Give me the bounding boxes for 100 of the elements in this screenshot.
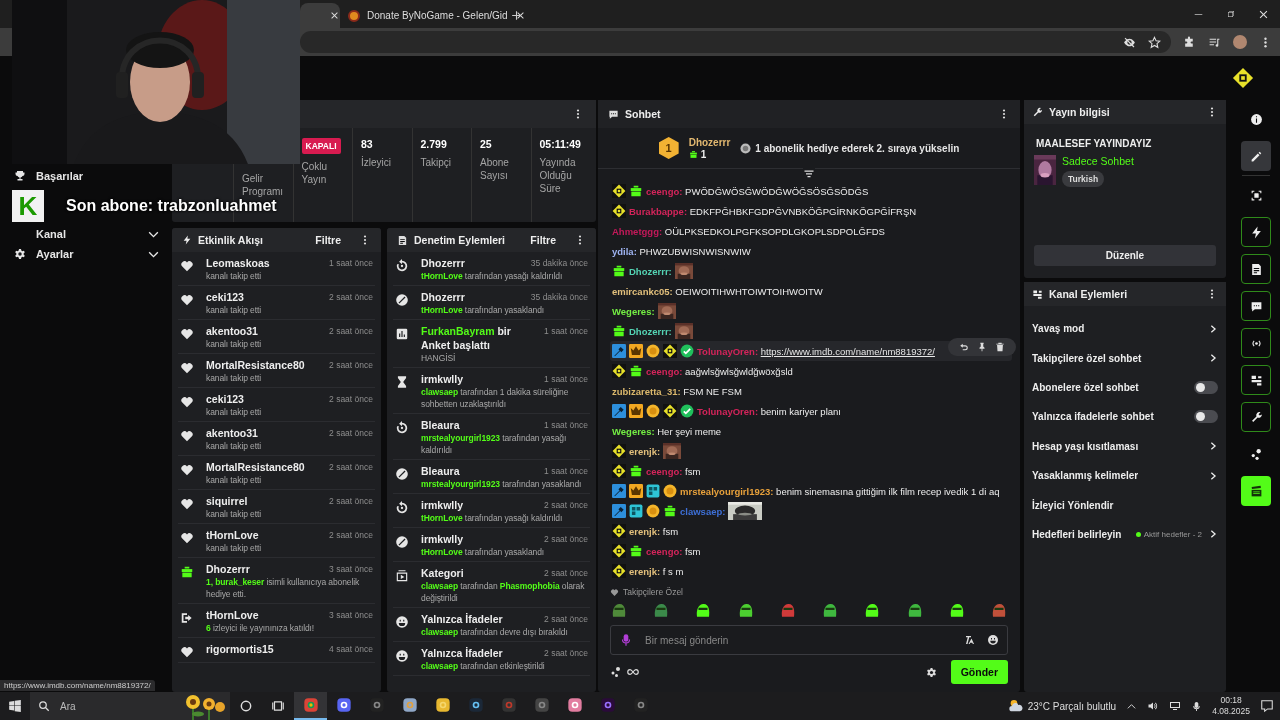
entry-time: 2 saat önce bbox=[329, 529, 373, 542]
action-label[interactable]: İzleyici Yönlendir bbox=[1032, 499, 1218, 511]
translate-icon[interactable] bbox=[965, 634, 977, 646]
entry-title: tHornLove bbox=[206, 608, 260, 622]
chevron-right-icon[interactable] bbox=[1208, 353, 1218, 364]
rail-button[interactable] bbox=[1241, 402, 1271, 432]
rail-button[interactable] bbox=[1241, 291, 1271, 321]
entry-detail: mrstealyourgirl1923 tarafından yasağı kaldırıldı bbox=[421, 432, 568, 456]
bolt-icon bbox=[182, 235, 192, 245]
entry-title: irmkwlly bbox=[421, 372, 465, 386]
extensions-icon[interactable] bbox=[1183, 35, 1196, 49]
filter-button[interactable]: Filtre bbox=[526, 232, 560, 248]
filter-button[interactable]: Filtre bbox=[311, 232, 345, 248]
action-label[interactable]: Hedefleri belirleyin bbox=[1032, 528, 1130, 540]
avatar[interactable] bbox=[1233, 35, 1247, 49]
delete-icon[interactable] bbox=[995, 342, 1005, 352]
action-label[interactable]: Takipçilere özel sohbet bbox=[1032, 352, 1202, 364]
door-arrow-icon bbox=[180, 611, 194, 625]
rail-button[interactable] bbox=[1241, 476, 1271, 506]
message-field[interactable]: Bir mesaj gönderin bbox=[610, 625, 1008, 655]
chevron-right-icon[interactable] bbox=[1208, 441, 1218, 452]
entry-detail: kanalı takip etti bbox=[206, 474, 262, 486]
heart-icon bbox=[180, 429, 194, 443]
sidebar-item[interactable]: Başarılar bbox=[36, 170, 160, 182]
stat-value: 83 bbox=[361, 138, 374, 150]
chat-message: ceengo: fsm bbox=[646, 464, 701, 478]
entry-title: Yalnızca İfadeler bbox=[421, 612, 504, 626]
diamond-icon bbox=[663, 344, 677, 358]
category-link[interactable]: Sadece Sohbet bbox=[1062, 155, 1134, 167]
coin-icon bbox=[663, 484, 677, 498]
bolt-icon bbox=[1249, 225, 1263, 239]
sidebar-item[interactable]: Ayarlar bbox=[36, 248, 137, 260]
logo-icon[interactable] bbox=[1232, 67, 1254, 89]
link[interactable]: https://www.imdb.com/name/nm8819372/ bbox=[760, 345, 935, 357]
clock-date[interactable]: 4.08.2025 bbox=[1212, 706, 1250, 717]
panel-title: Denetim Eylemleri bbox=[414, 234, 507, 246]
chat-message: erenjk: f s m bbox=[629, 564, 684, 578]
pin-icon[interactable] bbox=[977, 342, 987, 352]
notification-icon[interactable] bbox=[1260, 699, 1274, 713]
taskbar-app[interactable] bbox=[294, 692, 327, 720]
app-icon bbox=[533, 697, 550, 713]
info-icon bbox=[1249, 112, 1263, 126]
rail-button[interactable] bbox=[1241, 217, 1271, 247]
star-icon[interactable] bbox=[1148, 35, 1161, 49]
heart-icon bbox=[180, 395, 194, 409]
dots-icon[interactable] bbox=[610, 666, 622, 678]
clock-time[interactable]: 00:18 bbox=[1220, 695, 1242, 706]
weather-text[interactable]: 23°C Parçalı bulutlu bbox=[1027, 700, 1117, 712]
chevron-right-icon[interactable] bbox=[1208, 529, 1218, 540]
entry-title: irmkwlly bbox=[421, 532, 465, 546]
heart-icon bbox=[180, 497, 194, 511]
network-icon[interactable] bbox=[1169, 700, 1182, 712]
action-label[interactable]: Hesap yaşı kısıtlaması bbox=[1032, 440, 1202, 452]
speaker-icon[interactable] bbox=[1147, 700, 1160, 712]
restore-icon[interactable] bbox=[1225, 8, 1237, 20]
hammer-icon bbox=[612, 504, 626, 518]
action-label[interactable]: Yasaklanmış kelimeler bbox=[1032, 470, 1202, 482]
action-label[interactable]: Yavaş mod bbox=[1032, 323, 1202, 335]
grid-icon bbox=[646, 484, 660, 498]
diamond-icon bbox=[612, 364, 626, 378]
chevron-right-icon[interactable] bbox=[1208, 323, 1218, 334]
diamond-icon bbox=[612, 464, 626, 478]
entry-time: 2 saat önce bbox=[544, 499, 588, 512]
rail-button[interactable] bbox=[1241, 254, 1271, 284]
rail-button[interactable] bbox=[1241, 141, 1271, 171]
new-tab-icon[interactable] bbox=[510, 9, 523, 22]
chevron-right-icon[interactable] bbox=[1208, 470, 1218, 481]
panel-title: Yayın bilgisi bbox=[1049, 106, 1111, 118]
video-frame-icon bbox=[395, 569, 409, 583]
coin-icon bbox=[740, 142, 752, 154]
toggle-switch[interactable] bbox=[1194, 380, 1218, 394]
edit-button[interactable]: Düzenle bbox=[1034, 245, 1216, 266]
app-icon bbox=[467, 697, 484, 713]
send-button[interactable]: Gönder bbox=[950, 660, 1008, 684]
task-view-icon[interactable] bbox=[271, 699, 285, 713]
close-icon[interactable] bbox=[329, 10, 340, 21]
sidebar-item[interactable]: Kanal bbox=[36, 228, 137, 240]
app-icon bbox=[368, 697, 385, 713]
weather-icon[interactable] bbox=[1007, 698, 1024, 714]
message-input[interactable]: Bir mesaj gönderin bbox=[643, 629, 955, 651]
chat-message: TolunayOren: https://www.imdb.com/name/nm8819372/ bbox=[697, 344, 935, 358]
microphone-icon[interactable] bbox=[1191, 700, 1203, 712]
rail-button[interactable] bbox=[1241, 365, 1271, 395]
emoji-icon[interactable] bbox=[987, 634, 999, 646]
windows-icon[interactable] bbox=[8, 699, 22, 713]
circle-icon[interactable] bbox=[239, 699, 253, 713]
diamond-icon bbox=[612, 544, 626, 558]
chat-message: Dhozerrr: bbox=[629, 324, 672, 338]
search-input[interactable]: Ara bbox=[58, 699, 148, 713]
toggle-switch[interactable] bbox=[1194, 410, 1218, 424]
panel-title: Etkinlik Akışı bbox=[198, 234, 264, 246]
undo-icon[interactable] bbox=[959, 342, 969, 352]
settings-icon[interactable] bbox=[925, 666, 937, 678]
gift-icon bbox=[180, 565, 194, 579]
tag[interactable]: Turkish bbox=[1062, 171, 1105, 187]
heart-icon bbox=[610, 587, 619, 597]
user-name[interactable]: Dhozerrr bbox=[688, 136, 731, 148]
entry-detail: HANGİSİ bbox=[421, 352, 457, 364]
entry-time: 1 saat önce bbox=[544, 419, 588, 432]
chat-message: erenjk: fsm bbox=[629, 524, 679, 538]
